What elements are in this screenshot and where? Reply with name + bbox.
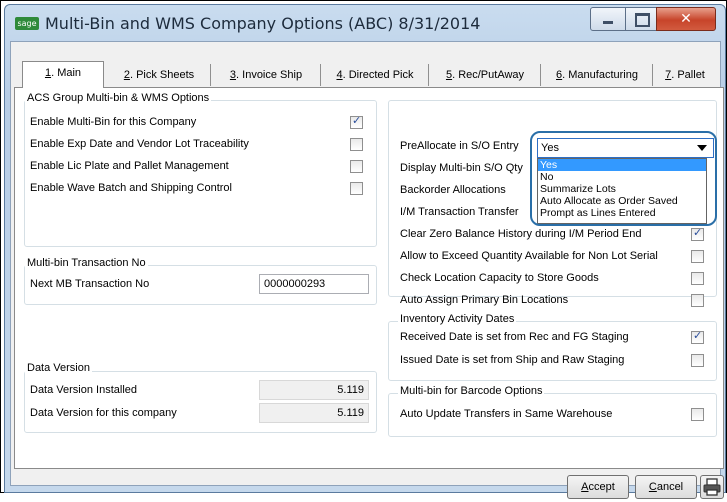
issued-date-label: Issued Date is set from Ship and Raw Sta… <box>400 354 625 366</box>
dialog-client-area: 1. Main 2. Pick Sheets 3. Invoice Ship 4… <box>10 41 724 499</box>
tab-manufacturing[interactable]: 6. Manufacturing <box>542 64 653 86</box>
enable-lic-plate-checkbox[interactable] <box>350 160 363 173</box>
received-date-label: Received Date is set from Rec and FG Sta… <box>400 331 629 343</box>
enable-wave-batch-checkbox[interactable] <box>350 182 363 195</box>
option-yes[interactable]: Yes <box>538 159 706 171</box>
check-location-capacity-checkbox[interactable] <box>691 272 704 285</box>
allow-exceed-qty-label: Allow to Exceed Quantity Available for N… <box>400 250 658 262</box>
maximize-button[interactable] <box>625 7 657 31</box>
enable-multibin-label: Enable Multi-Bin for this Company <box>30 116 197 128</box>
transaction-no-group-label: Multi-bin Transaction No <box>25 257 148 269</box>
dialog-window: sage Multi-Bin and WMS Company Options (… <box>4 4 726 499</box>
enable-wave-batch-label: Enable Wave Batch and Shipping Control <box>30 182 232 194</box>
activity-dates-group-label: Inventory Activity Dates <box>398 313 517 325</box>
option-no[interactable]: No <box>538 171 706 183</box>
accept-button-label: ccept <box>588 481 615 493</box>
option-summarize-lots[interactable]: Summarize Lots <box>538 183 706 195</box>
enable-exp-date-checkbox[interactable] <box>350 138 363 151</box>
cancel-button[interactable]: Cancel <box>635 475 697 499</box>
multibin-options-group-label: ACS Group Multi-bin & WMS Options <box>25 92 212 104</box>
title-bar[interactable]: sage Multi-Bin and WMS Company Options (… <box>5 5 725 41</box>
tab-invoice-ship[interactable]: 3. Invoice Ship <box>212 64 321 86</box>
issued-date-checkbox[interactable] <box>691 354 704 367</box>
enable-lic-plate-label: Enable Lic Plate and Pallet Management <box>30 160 229 172</box>
accept-button-key: A <box>581 481 589 493</box>
tab-rec-putaway[interactable]: 5. Rec/PutAway <box>430 64 541 86</box>
close-icon: ✕ <box>680 11 692 27</box>
minimize-button[interactable] <box>590 7 626 31</box>
preallocate-select[interactable]: Yes <box>537 138 714 158</box>
main-tab-panel: ACS Group Multi-bin & WMS Options Enable… <box>14 87 724 469</box>
accept-button[interactable]: Accept <box>567 475 629 499</box>
minimize-icon <box>603 21 613 24</box>
auto-assign-primary-bin-label: Auto Assign Primary Bin Locations <box>400 294 569 306</box>
tab-main-label: . Main <box>51 67 82 79</box>
tab-invoice-ship-label: . Invoice Ship <box>236 69 303 81</box>
screenshot-frame: sage Multi-Bin and WMS Company Options (… <box>0 0 727 499</box>
clear-zero-balance-label: Clear Zero Balance History during I/M Pe… <box>400 228 642 240</box>
display-multibin-qty-label: Display Multi-bin S/O Qty <box>400 162 523 174</box>
tab-manufacturing-label: . Manufacturing <box>562 69 638 81</box>
allow-exceed-qty-checkbox[interactable] <box>691 250 704 263</box>
next-mb-transaction-field[interactable]: 0000000293 <box>259 274 369 294</box>
activity-dates-group <box>388 321 717 381</box>
cancel-button-key: C <box>648 481 657 493</box>
chevron-down-icon <box>697 145 707 151</box>
sage-app-icon: sage <box>15 17 39 30</box>
enable-multibin-checkbox[interactable] <box>350 114 363 129</box>
next-mb-transaction-label: Next MB Transaction No <box>30 278 150 290</box>
auto-update-transfers-checkbox[interactable] <box>691 408 704 421</box>
backorder-allocations-label: Backorder Allocations <box>400 184 506 196</box>
data-version-installed-field: 5.119 <box>259 380 369 400</box>
tab-directed-pick-label: . Directed Pick <box>342 69 414 81</box>
tab-rec-putaway-label: . Rec/PutAway <box>452 69 525 81</box>
barcode-options-group-label: Multi-bin for Barcode Options <box>398 385 545 397</box>
tab-pallet-label: . Pallet <box>671 69 705 81</box>
tab-pallet[interactable]: 7. Pallet <box>654 64 716 86</box>
im-transaction-transfer-label: I/M Transaction Transfer <box>400 206 519 218</box>
data-version-company-label: Data Version for this company <box>30 407 177 419</box>
window-title: Multi-Bin and WMS Company Options (ABC) … <box>45 14 481 33</box>
preallocate-value: Yes <box>541 142 559 154</box>
option-auto-allocate[interactable]: Auto Allocate as Order Saved <box>538 195 706 207</box>
enable-exp-date-label: Enable Exp Date and Vendor Lot Traceabil… <box>30 138 249 150</box>
data-version-company-field: 5.119 <box>259 403 369 423</box>
tab-pick-sheets-label: . Pick Sheets <box>129 69 195 81</box>
clear-zero-balance-checkbox[interactable] <box>691 226 704 241</box>
tab-directed-pick[interactable]: 4. Directed Pick <box>322 64 429 86</box>
cancel-button-label: ancel <box>656 481 684 493</box>
preallocate-dropdown-list: Yes No Summarize Lots Auto Allocate as O… <box>537 158 707 224</box>
preallocate-label: PreAllocate in S/O Entry <box>400 140 519 152</box>
close-button[interactable]: ✕ <box>656 7 716 31</box>
tab-main[interactable]: 1. Main <box>22 61 104 88</box>
data-version-group-label: Data Version <box>25 362 92 374</box>
data-version-installed-label: Data Version Installed <box>30 384 138 396</box>
auto-update-transfers-label: Auto Update Transfers in Same Warehouse <box>400 408 613 420</box>
print-button[interactable] <box>700 475 724 499</box>
auto-assign-primary-bin-checkbox[interactable] <box>691 294 704 307</box>
printer-icon <box>703 478 721 496</box>
check-location-capacity-label: Check Location Capacity to Store Goods <box>400 272 599 284</box>
option-prompt-lines[interactable]: Prompt as Lines Entered <box>538 207 706 219</box>
received-date-checkbox[interactable] <box>691 329 704 344</box>
tab-pick-sheets[interactable]: 2. Pick Sheets <box>108 64 211 86</box>
maximize-icon <box>635 13 650 27</box>
